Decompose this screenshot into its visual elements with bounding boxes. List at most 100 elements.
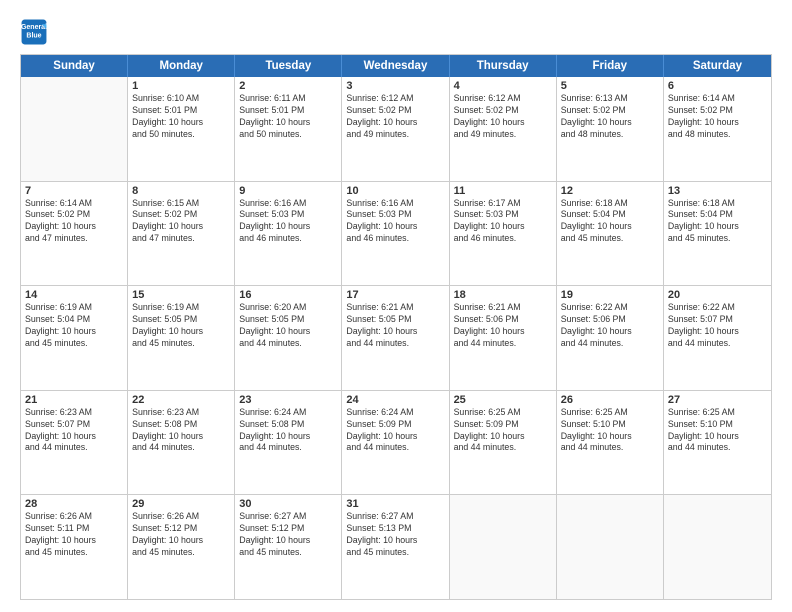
day-info: Sunrise: 6:14 AM Sunset: 5:02 PM Dayligh…	[668, 93, 767, 141]
calendar-day-29: 29Sunrise: 6:26 AM Sunset: 5:12 PM Dayli…	[128, 495, 235, 599]
day-number: 15	[132, 289, 230, 301]
day-number: 4	[454, 80, 552, 92]
day-header-wednesday: Wednesday	[342, 55, 449, 77]
calendar-day-3: 3Sunrise: 6:12 AM Sunset: 5:02 PM Daylig…	[342, 77, 449, 181]
day-info: Sunrise: 6:23 AM Sunset: 5:07 PM Dayligh…	[25, 407, 123, 455]
calendar-day-empty	[664, 495, 771, 599]
day-info: Sunrise: 6:25 AM Sunset: 5:10 PM Dayligh…	[561, 407, 659, 455]
day-header-thursday: Thursday	[450, 55, 557, 77]
day-info: Sunrise: 6:12 AM Sunset: 5:02 PM Dayligh…	[454, 93, 552, 141]
day-header-monday: Monday	[128, 55, 235, 77]
calendar-day-18: 18Sunrise: 6:21 AM Sunset: 5:06 PM Dayli…	[450, 286, 557, 390]
calendar-day-empty	[557, 495, 664, 599]
day-number: 3	[346, 80, 444, 92]
calendar-day-2: 2Sunrise: 6:11 AM Sunset: 5:01 PM Daylig…	[235, 77, 342, 181]
day-number: 20	[668, 289, 767, 301]
day-number: 9	[239, 185, 337, 197]
day-info: Sunrise: 6:21 AM Sunset: 5:05 PM Dayligh…	[346, 302, 444, 350]
calendar-day-empty	[450, 495, 557, 599]
day-number: 7	[25, 185, 123, 197]
day-info: Sunrise: 6:14 AM Sunset: 5:02 PM Dayligh…	[25, 198, 123, 246]
day-number: 8	[132, 185, 230, 197]
day-info: Sunrise: 6:13 AM Sunset: 5:02 PM Dayligh…	[561, 93, 659, 141]
calendar-day-26: 26Sunrise: 6:25 AM Sunset: 5:10 PM Dayli…	[557, 391, 664, 495]
calendar-week-2: 7Sunrise: 6:14 AM Sunset: 5:02 PM Daylig…	[21, 181, 771, 286]
day-info: Sunrise: 6:11 AM Sunset: 5:01 PM Dayligh…	[239, 93, 337, 141]
day-number: 1	[132, 80, 230, 92]
day-number: 18	[454, 289, 552, 301]
day-number: 25	[454, 394, 552, 406]
day-number: 30	[239, 498, 337, 510]
day-info: Sunrise: 6:27 AM Sunset: 5:12 PM Dayligh…	[239, 511, 337, 559]
calendar-week-1: 1Sunrise: 6:10 AM Sunset: 5:01 PM Daylig…	[21, 77, 771, 181]
day-info: Sunrise: 6:12 AM Sunset: 5:02 PM Dayligh…	[346, 93, 444, 141]
day-info: Sunrise: 6:16 AM Sunset: 5:03 PM Dayligh…	[239, 198, 337, 246]
calendar-day-31: 31Sunrise: 6:27 AM Sunset: 5:13 PM Dayli…	[342, 495, 449, 599]
day-number: 11	[454, 185, 552, 197]
day-info: Sunrise: 6:16 AM Sunset: 5:03 PM Dayligh…	[346, 198, 444, 246]
calendar-body: 1Sunrise: 6:10 AM Sunset: 5:01 PM Daylig…	[21, 77, 771, 599]
day-info: Sunrise: 6:22 AM Sunset: 5:07 PM Dayligh…	[668, 302, 767, 350]
calendar-day-14: 14Sunrise: 6:19 AM Sunset: 5:04 PM Dayli…	[21, 286, 128, 390]
day-number: 21	[25, 394, 123, 406]
calendar-day-13: 13Sunrise: 6:18 AM Sunset: 5:04 PM Dayli…	[664, 182, 771, 286]
calendar-day-21: 21Sunrise: 6:23 AM Sunset: 5:07 PM Dayli…	[21, 391, 128, 495]
day-header-saturday: Saturday	[664, 55, 771, 77]
calendar-day-12: 12Sunrise: 6:18 AM Sunset: 5:04 PM Dayli…	[557, 182, 664, 286]
calendar-week-4: 21Sunrise: 6:23 AM Sunset: 5:07 PM Dayli…	[21, 390, 771, 495]
calendar-day-1: 1Sunrise: 6:10 AM Sunset: 5:01 PM Daylig…	[128, 77, 235, 181]
calendar-day-9: 9Sunrise: 6:16 AM Sunset: 5:03 PM Daylig…	[235, 182, 342, 286]
calendar-day-27: 27Sunrise: 6:25 AM Sunset: 5:10 PM Dayli…	[664, 391, 771, 495]
calendar-day-20: 20Sunrise: 6:22 AM Sunset: 5:07 PM Dayli…	[664, 286, 771, 390]
day-info: Sunrise: 6:18 AM Sunset: 5:04 PM Dayligh…	[561, 198, 659, 246]
day-number: 2	[239, 80, 337, 92]
day-header-sunday: Sunday	[21, 55, 128, 77]
page: General Blue SundayMondayTuesdayWednesda…	[0, 0, 792, 612]
calendar-week-5: 28Sunrise: 6:26 AM Sunset: 5:11 PM Dayli…	[21, 494, 771, 599]
calendar-day-11: 11Sunrise: 6:17 AM Sunset: 5:03 PM Dayli…	[450, 182, 557, 286]
day-number: 27	[668, 394, 767, 406]
day-info: Sunrise: 6:26 AM Sunset: 5:12 PM Dayligh…	[132, 511, 230, 559]
day-info: Sunrise: 6:25 AM Sunset: 5:09 PM Dayligh…	[454, 407, 552, 455]
calendar-day-19: 19Sunrise: 6:22 AM Sunset: 5:06 PM Dayli…	[557, 286, 664, 390]
day-number: 24	[346, 394, 444, 406]
day-info: Sunrise: 6:19 AM Sunset: 5:04 PM Dayligh…	[25, 302, 123, 350]
day-info: Sunrise: 6:22 AM Sunset: 5:06 PM Dayligh…	[561, 302, 659, 350]
calendar-day-16: 16Sunrise: 6:20 AM Sunset: 5:05 PM Dayli…	[235, 286, 342, 390]
calendar-day-15: 15Sunrise: 6:19 AM Sunset: 5:05 PM Dayli…	[128, 286, 235, 390]
header: General Blue	[20, 18, 772, 46]
calendar-day-24: 24Sunrise: 6:24 AM Sunset: 5:09 PM Dayli…	[342, 391, 449, 495]
calendar-day-22: 22Sunrise: 6:23 AM Sunset: 5:08 PM Dayli…	[128, 391, 235, 495]
day-info: Sunrise: 6:15 AM Sunset: 5:02 PM Dayligh…	[132, 198, 230, 246]
day-number: 10	[346, 185, 444, 197]
day-number: 19	[561, 289, 659, 301]
day-number: 29	[132, 498, 230, 510]
day-info: Sunrise: 6:18 AM Sunset: 5:04 PM Dayligh…	[668, 198, 767, 246]
logo: General Blue	[20, 18, 52, 46]
day-number: 22	[132, 394, 230, 406]
day-number: 5	[561, 80, 659, 92]
day-number: 13	[668, 185, 767, 197]
day-number: 17	[346, 289, 444, 301]
calendar: SundayMondayTuesdayWednesdayThursdayFrid…	[20, 54, 772, 600]
day-info: Sunrise: 6:19 AM Sunset: 5:05 PM Dayligh…	[132, 302, 230, 350]
day-header-tuesday: Tuesday	[235, 55, 342, 77]
day-info: Sunrise: 6:17 AM Sunset: 5:03 PM Dayligh…	[454, 198, 552, 246]
svg-text:Blue: Blue	[26, 32, 41, 39]
day-header-friday: Friday	[557, 55, 664, 77]
day-info: Sunrise: 6:23 AM Sunset: 5:08 PM Dayligh…	[132, 407, 230, 455]
calendar-day-6: 6Sunrise: 6:14 AM Sunset: 5:02 PM Daylig…	[664, 77, 771, 181]
calendar-day-5: 5Sunrise: 6:13 AM Sunset: 5:02 PM Daylig…	[557, 77, 664, 181]
day-info: Sunrise: 6:24 AM Sunset: 5:08 PM Dayligh…	[239, 407, 337, 455]
day-info: Sunrise: 6:24 AM Sunset: 5:09 PM Dayligh…	[346, 407, 444, 455]
day-number: 12	[561, 185, 659, 197]
day-info: Sunrise: 6:21 AM Sunset: 5:06 PM Dayligh…	[454, 302, 552, 350]
calendar-day-28: 28Sunrise: 6:26 AM Sunset: 5:11 PM Dayli…	[21, 495, 128, 599]
day-number: 26	[561, 394, 659, 406]
day-number: 31	[346, 498, 444, 510]
day-number: 28	[25, 498, 123, 510]
calendar-day-17: 17Sunrise: 6:21 AM Sunset: 5:05 PM Dayli…	[342, 286, 449, 390]
day-info: Sunrise: 6:20 AM Sunset: 5:05 PM Dayligh…	[239, 302, 337, 350]
day-number: 16	[239, 289, 337, 301]
logo-icon: General Blue	[20, 18, 48, 46]
